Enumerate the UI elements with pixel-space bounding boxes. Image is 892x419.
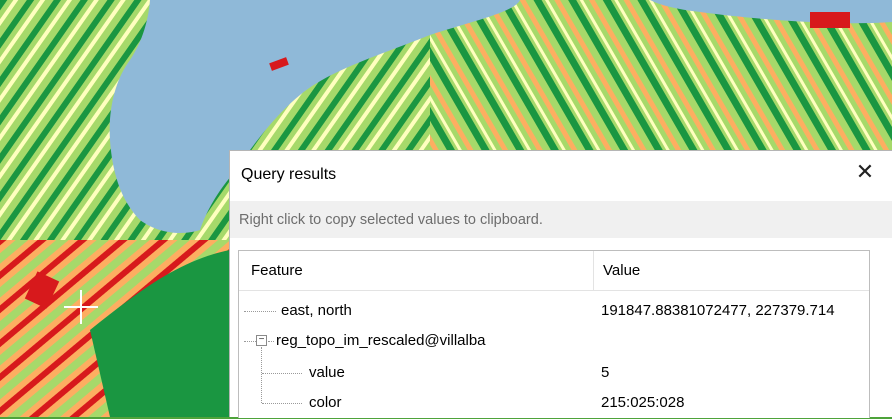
column-header-feature[interactable]: Feature — [251, 262, 303, 279]
row-value: 5 — [601, 364, 610, 381]
query-results-dialog: Query results ✕ Right click to copy sele… — [229, 150, 892, 418]
dialog-title: Query results — [241, 166, 337, 183]
tree-connector — [262, 403, 302, 404]
row-label: value — [309, 364, 345, 381]
column-header-value[interactable]: Value — [603, 262, 640, 279]
tree-connector — [244, 311, 276, 312]
hint-text: Right click to copy selected values to c… — [239, 212, 543, 228]
row-label: color — [309, 394, 342, 411]
row-label: reg_topo_im_rescaled@villalba — [276, 332, 486, 349]
collapse-toggle-icon[interactable]: − — [256, 335, 267, 346]
tree-row-layer[interactable]: − reg_topo_im_rescaled@villalba — [239, 327, 869, 357]
red-patch-2 — [810, 12, 850, 28]
row-value: 215:025:028 — [601, 394, 685, 411]
tree-row-value[interactable]: value 5 — [239, 359, 869, 389]
column-separator[interactable] — [593, 251, 594, 291]
close-icon[interactable]: ✕ — [852, 159, 878, 185]
tree-connector — [244, 341, 256, 342]
row-label: east, north — [281, 302, 352, 319]
hint-bar: Right click to copy selected values to c… — [230, 201, 892, 238]
tree-row-coordinates[interactable]: east, north 191847.88381072477, 227379.7… — [239, 297, 869, 327]
results-tree[interactable]: Feature Value east, north 191847.8838107… — [238, 250, 870, 418]
row-value: 191847.88381072477, 227379.714 — [601, 302, 835, 319]
tree-header: Feature Value — [239, 251, 869, 291]
tree-row-color[interactable]: color 215:025:028 — [239, 389, 869, 419]
tree-connector — [262, 373, 302, 374]
tree-connector — [268, 341, 274, 342]
